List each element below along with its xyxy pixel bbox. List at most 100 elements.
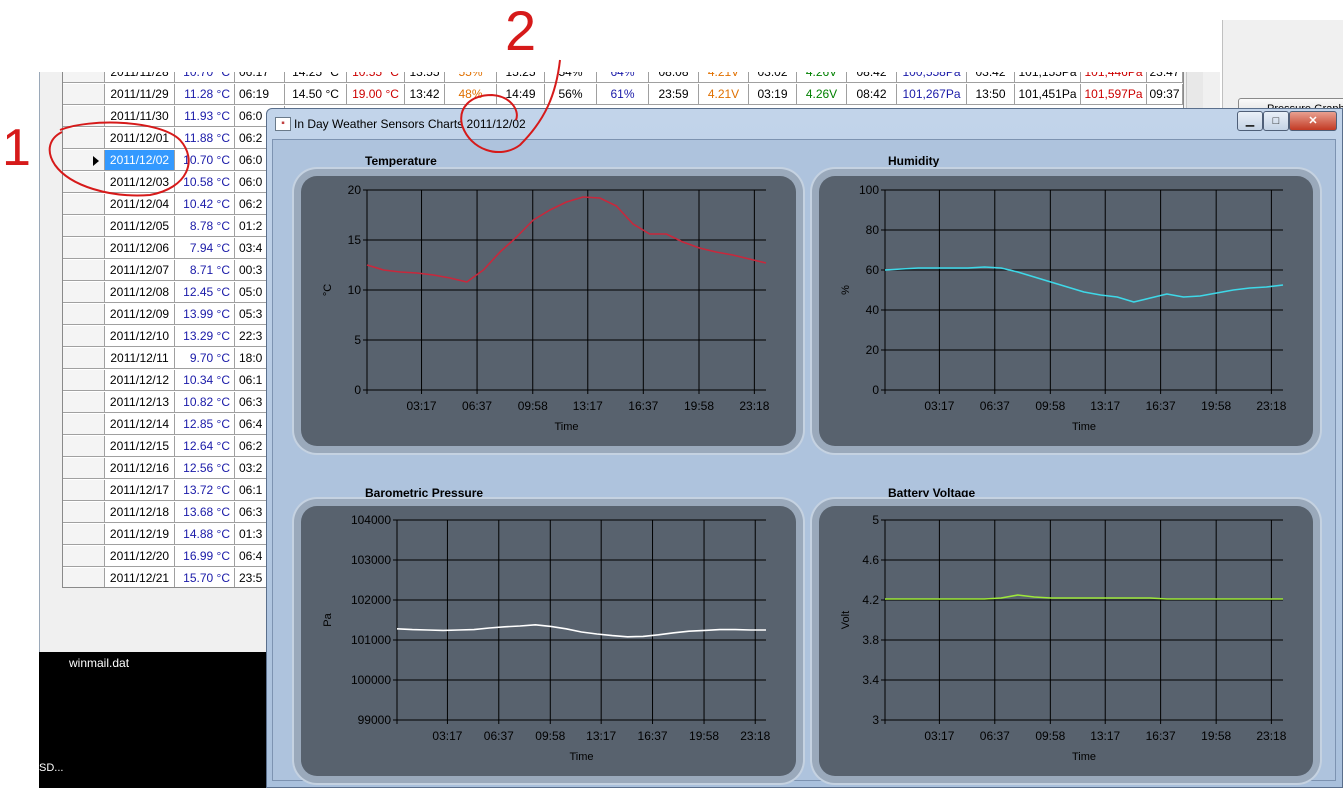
min-temp-cell[interactable]: 11.88 °C bbox=[175, 128, 235, 149]
row-header[interactable] bbox=[63, 150, 105, 171]
min-time-cell[interactable]: 06:17 bbox=[235, 72, 285, 83]
date-cell[interactable]: 2011/12/02 bbox=[105, 150, 175, 171]
row-header[interactable] bbox=[63, 304, 105, 325]
date-cell[interactable]: 2011/12/15 bbox=[105, 436, 175, 457]
minimize-button[interactable]: ▁ bbox=[1237, 111, 1263, 131]
grid-cell[interactable]: 64% bbox=[597, 72, 649, 83]
grid-cell[interactable]: 101,155Pa bbox=[1015, 72, 1081, 83]
date-cell[interactable]: 2011/12/13 bbox=[105, 392, 175, 413]
row-header[interactable] bbox=[63, 502, 105, 523]
grid-cell[interactable]: 14:49 bbox=[497, 84, 545, 105]
date-cell[interactable]: 2011/12/11 bbox=[105, 348, 175, 369]
min-temp-cell[interactable]: 13.29 °C bbox=[175, 326, 235, 347]
row-header[interactable] bbox=[63, 128, 105, 149]
grid-cell[interactable]: 13:55 bbox=[405, 72, 445, 83]
row-header[interactable] bbox=[63, 392, 105, 413]
date-cell[interactable]: 2011/12/01 bbox=[105, 128, 175, 149]
min-temp-cell[interactable]: 16.99 °C bbox=[175, 546, 235, 567]
min-temp-cell[interactable]: 14.88 °C bbox=[175, 524, 235, 545]
date-cell[interactable]: 2011/12/07 bbox=[105, 260, 175, 281]
grid-cell[interactable]: 03:42 bbox=[967, 72, 1015, 83]
grid-cell[interactable]: 48% bbox=[445, 84, 497, 105]
min-temp-cell[interactable]: 7.94 °C bbox=[175, 238, 235, 259]
min-temp-cell[interactable]: 10.70 °C bbox=[175, 72, 235, 83]
table-row[interactable]: 2011/11/28 10.70 °C 06:17 14.25 °C 10.55 °C 1… bbox=[63, 72, 1183, 84]
row-header[interactable] bbox=[63, 458, 105, 479]
grid-cell[interactable]: 4.26V bbox=[797, 84, 847, 105]
table-row[interactable]: 2011/11/29 11.28 °C 06:19 14.50 °C 19.00 °C 1… bbox=[63, 84, 1183, 106]
grid-cell[interactable]: 101,451Pa bbox=[1015, 84, 1081, 105]
min-temp-cell[interactable]: 12.45 °C bbox=[175, 282, 235, 303]
grid-cell[interactable]: 23:47 bbox=[1147, 72, 1183, 83]
date-cell[interactable]: 2011/11/29 bbox=[105, 84, 175, 105]
grid-cell[interactable]: 4.26V bbox=[797, 72, 847, 83]
date-cell[interactable]: 2011/12/17 bbox=[105, 480, 175, 501]
grid-cell[interactable]: 03:02 bbox=[749, 72, 797, 83]
row-header[interactable] bbox=[63, 282, 105, 303]
date-cell[interactable]: 2011/12/21 bbox=[105, 568, 175, 587]
date-cell[interactable]: 2011/12/20 bbox=[105, 546, 175, 567]
row-header[interactable] bbox=[63, 216, 105, 237]
row-header[interactable] bbox=[63, 326, 105, 347]
min-temp-cell[interactable]: 13.99 °C bbox=[175, 304, 235, 325]
row-header[interactable] bbox=[63, 238, 105, 259]
date-cell[interactable]: 2011/12/09 bbox=[105, 304, 175, 325]
grid-cell[interactable]: 23:59 bbox=[649, 84, 699, 105]
min-temp-cell[interactable]: 13.68 °C bbox=[175, 502, 235, 523]
dialog-titlebar[interactable]: ▪ In Day Weather Sensors Charts 2011/12/… bbox=[267, 109, 1342, 139]
min-temp-cell[interactable]: 9.70 °C bbox=[175, 348, 235, 369]
min-temp-cell[interactable]: 10.70 °C bbox=[175, 150, 235, 171]
date-cell[interactable]: 2011/12/10 bbox=[105, 326, 175, 347]
row-header[interactable] bbox=[63, 370, 105, 391]
grid-cell[interactable]: 4.21V bbox=[699, 72, 749, 83]
grid-cell[interactable]: 08:42 bbox=[847, 72, 897, 83]
grid-cell[interactable]: 14.50 °C bbox=[285, 84, 347, 105]
grid-cell[interactable]: 56% bbox=[545, 84, 597, 105]
row-header[interactable] bbox=[63, 568, 105, 587]
grid-cell[interactable]: 13:50 bbox=[967, 84, 1015, 105]
date-cell[interactable]: 2011/12/05 bbox=[105, 216, 175, 237]
min-temp-cell[interactable]: 10.42 °C bbox=[175, 194, 235, 215]
min-temp-cell[interactable]: 8.78 °C bbox=[175, 216, 235, 237]
min-temp-cell[interactable]: 11.93 °C bbox=[175, 106, 235, 127]
date-cell[interactable]: 2011/12/08 bbox=[105, 282, 175, 303]
maximize-button[interactable]: □ bbox=[1263, 111, 1289, 131]
row-header[interactable] bbox=[63, 72, 105, 83]
grid-cell[interactable]: 101,446Pa bbox=[1081, 72, 1147, 83]
row-header[interactable] bbox=[63, 172, 105, 193]
grid-cell[interactable]: 55% bbox=[445, 72, 497, 83]
min-temp-cell[interactable]: 10.82 °C bbox=[175, 392, 235, 413]
close-button[interactable]: ✕ bbox=[1289, 111, 1337, 131]
row-header[interactable] bbox=[63, 348, 105, 369]
row-header[interactable] bbox=[63, 84, 105, 105]
min-temp-cell[interactable]: 12.56 °C bbox=[175, 458, 235, 479]
grid-cell[interactable]: 13:42 bbox=[405, 84, 445, 105]
min-temp-cell[interactable]: 8.71 °C bbox=[175, 260, 235, 281]
row-header[interactable] bbox=[63, 480, 105, 501]
grid-cell[interactable]: 09:37 bbox=[1147, 84, 1183, 105]
min-temp-cell[interactable]: 12.85 °C bbox=[175, 414, 235, 435]
grid-cell[interactable]: 100,558Pa bbox=[897, 72, 967, 83]
grid-scrollbar[interactable] bbox=[1186, 72, 1203, 112]
min-temp-cell[interactable]: 10.34 °C bbox=[175, 370, 235, 391]
grid-cell[interactable]: 08:08 bbox=[649, 72, 699, 83]
min-temp-cell[interactable]: 15.70 °C bbox=[175, 568, 235, 587]
min-temp-cell[interactable]: 10.58 °C bbox=[175, 172, 235, 193]
grid-cell[interactable]: 101,597Pa bbox=[1081, 84, 1147, 105]
taskbar-file-label[interactable]: winmail.dat bbox=[69, 656, 129, 670]
date-cell[interactable]: 2011/12/16 bbox=[105, 458, 175, 479]
row-header[interactable] bbox=[63, 194, 105, 215]
grid-cell[interactable]: 10.55 °C bbox=[347, 72, 405, 83]
min-temp-cell[interactable]: 11.28 °C bbox=[175, 84, 235, 105]
grid-cell[interactable]: 54% bbox=[545, 72, 597, 83]
grid-cell[interactable]: 15:25 bbox=[497, 72, 545, 83]
date-cell[interactable]: 2011/12/04 bbox=[105, 194, 175, 215]
date-cell[interactable]: 2011/12/12 bbox=[105, 370, 175, 391]
date-cell[interactable]: 2011/11/30 bbox=[105, 106, 175, 127]
row-header[interactable] bbox=[63, 546, 105, 567]
date-cell[interactable]: 2011/12/03 bbox=[105, 172, 175, 193]
row-header[interactable] bbox=[63, 260, 105, 281]
min-time-cell[interactable]: 06:19 bbox=[235, 84, 285, 105]
min-temp-cell[interactable]: 13.72 °C bbox=[175, 480, 235, 501]
grid-cell[interactable]: 4.21V bbox=[699, 84, 749, 105]
